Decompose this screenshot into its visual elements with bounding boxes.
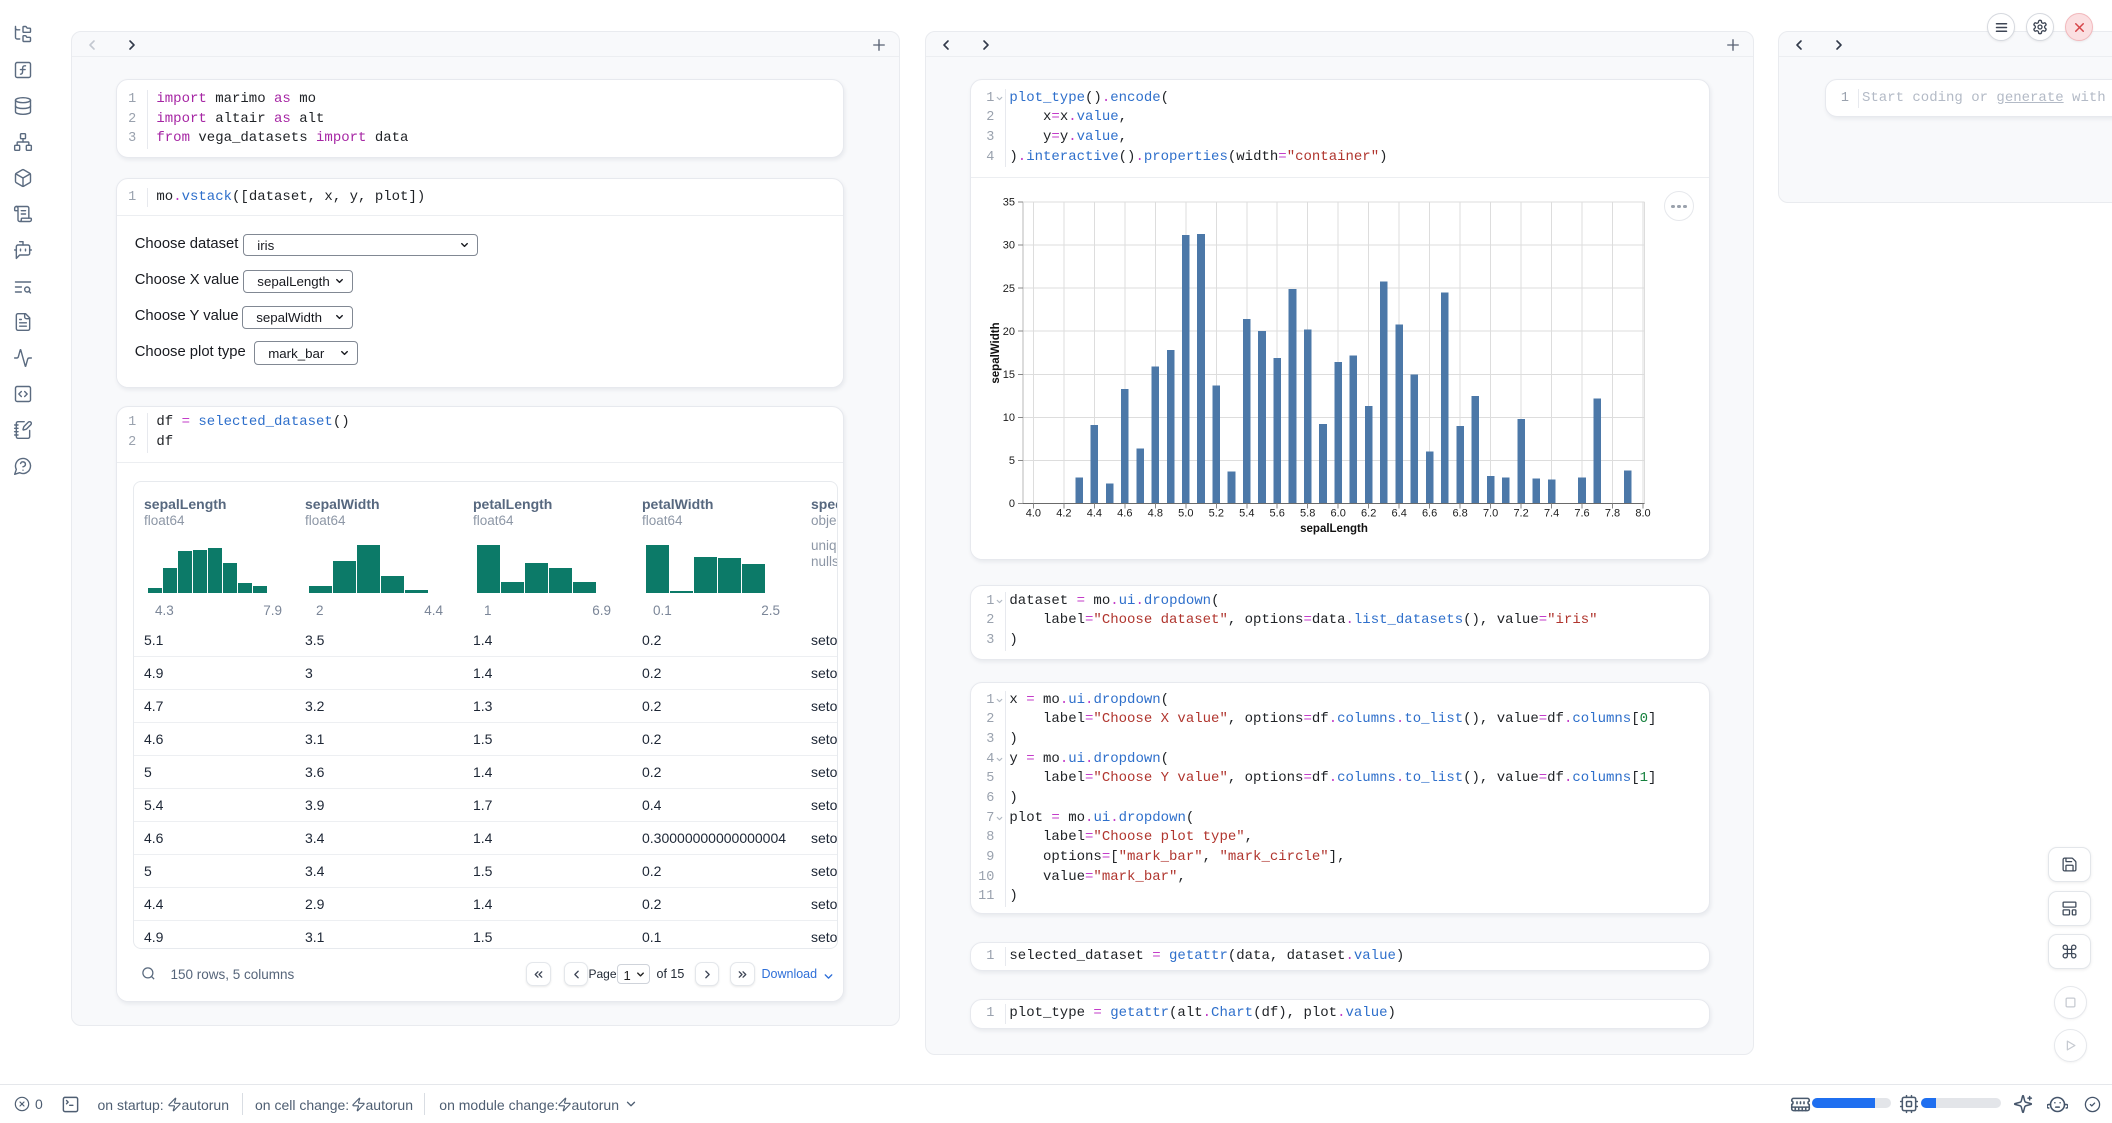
svg-text:4.8: 4.8 bbox=[1148, 508, 1163, 520]
svg-text:25: 25 bbox=[1003, 283, 1015, 295]
svg-text:30: 30 bbox=[1003, 240, 1015, 252]
svg-text:10: 10 bbox=[1003, 412, 1015, 424]
svg-text:6.6: 6.6 bbox=[1422, 508, 1437, 520]
svg-text:7.2: 7.2 bbox=[1513, 508, 1528, 520]
svg-text:20: 20 bbox=[1003, 326, 1015, 338]
svg-text:7.8: 7.8 bbox=[1605, 508, 1620, 520]
svg-text:5.0: 5.0 bbox=[1178, 508, 1193, 520]
svg-text:15: 15 bbox=[1003, 369, 1015, 381]
svg-text:8.0: 8.0 bbox=[1635, 508, 1650, 520]
svg-text:6.4: 6.4 bbox=[1392, 508, 1407, 520]
svg-text:6.0: 6.0 bbox=[1331, 508, 1346, 520]
svg-text:6.8: 6.8 bbox=[1452, 508, 1467, 520]
svg-text:4.2: 4.2 bbox=[1056, 508, 1071, 520]
svg-text:35: 35 bbox=[1003, 197, 1015, 209]
svg-text:4.4: 4.4 bbox=[1087, 508, 1102, 520]
svg-text:4.0: 4.0 bbox=[1026, 508, 1041, 520]
svg-text:5.2: 5.2 bbox=[1209, 508, 1224, 520]
svg-text:sepalWidth: sepalWidth bbox=[990, 323, 1002, 384]
svg-text:6.2: 6.2 bbox=[1361, 508, 1376, 520]
svg-text:5.6: 5.6 bbox=[1270, 508, 1285, 520]
svg-text:5: 5 bbox=[1009, 455, 1015, 467]
svg-text:5.8: 5.8 bbox=[1300, 508, 1315, 520]
svg-text:sepalLength: sepalLength bbox=[1300, 523, 1368, 535]
svg-text:5.4: 5.4 bbox=[1239, 508, 1254, 520]
svg-text:7.4: 7.4 bbox=[1544, 508, 1559, 520]
svg-text:7.0: 7.0 bbox=[1483, 508, 1498, 520]
svg-text:7.6: 7.6 bbox=[1574, 508, 1589, 520]
svg-text:0: 0 bbox=[1009, 498, 1015, 510]
svg-text:4.6: 4.6 bbox=[1117, 508, 1132, 520]
